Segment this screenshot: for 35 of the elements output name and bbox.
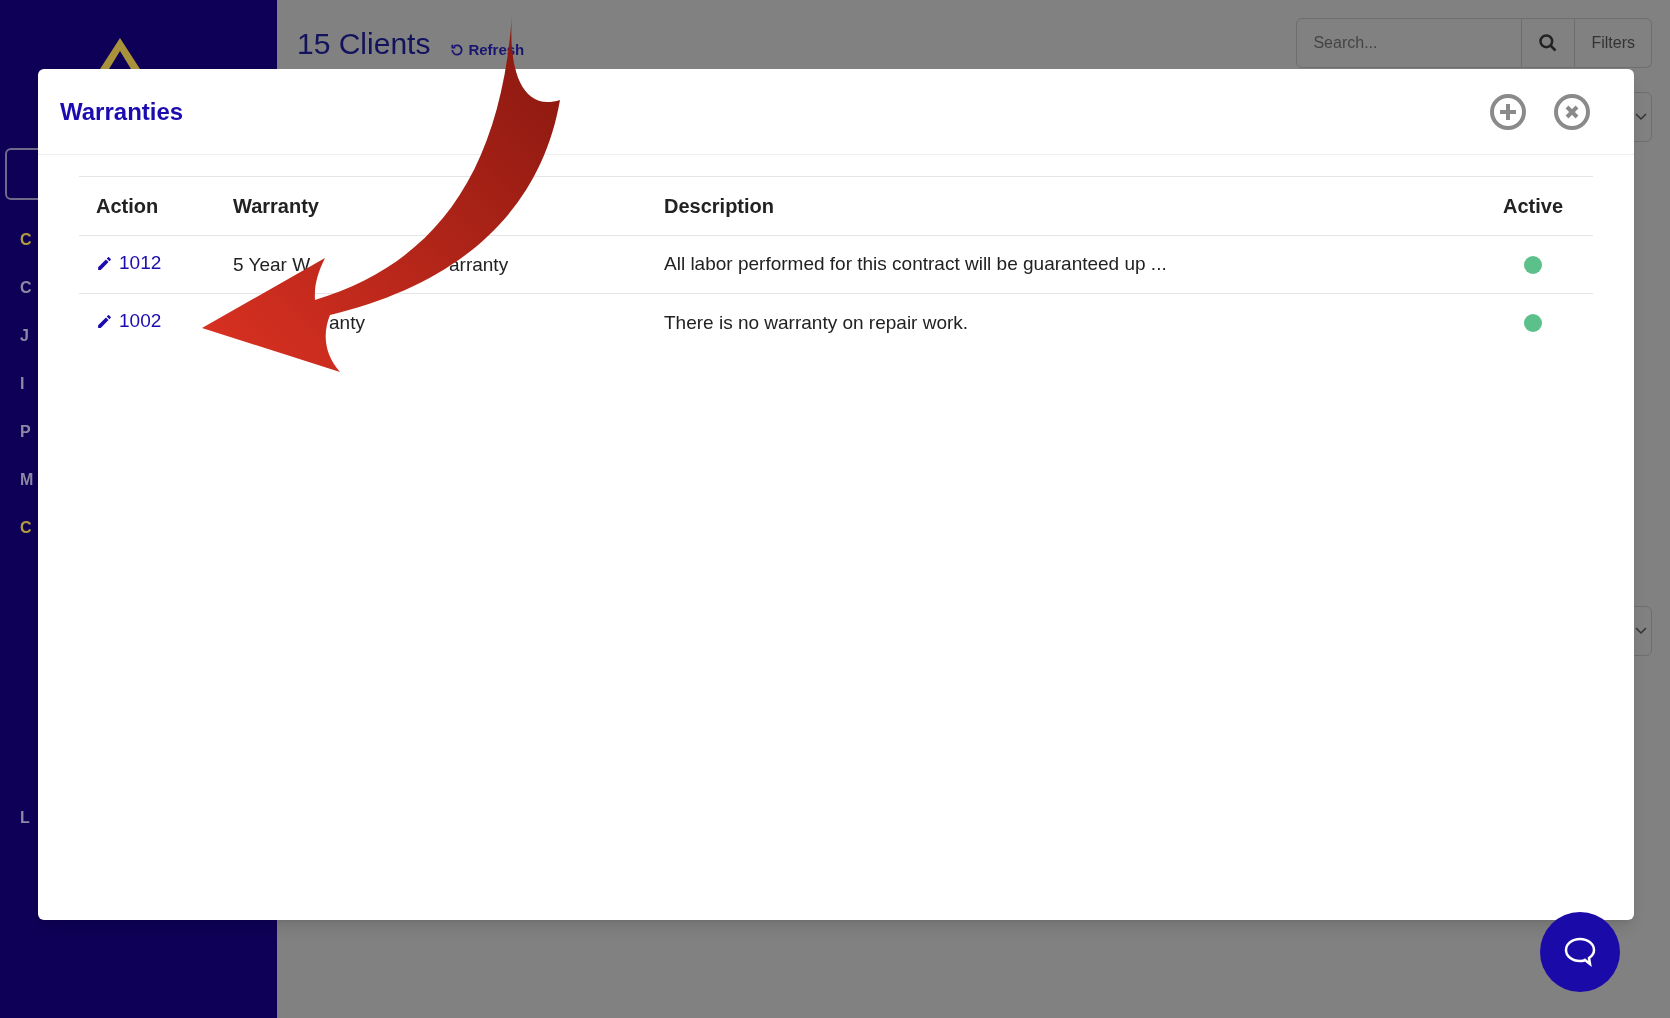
close-icon: [1565, 104, 1579, 119]
table-cell-text: anty: [329, 311, 365, 335]
refresh-icon: [450, 43, 465, 58]
dialog-title: Warranties: [60, 96, 184, 127]
search-field[interactable]: Search...: [1296, 18, 1523, 68]
sidebar-item[interactable]: J: [20, 324, 29, 348]
chevron-icon: [1635, 627, 1647, 635]
table-cell-text: 5 Year W: [233, 253, 311, 277]
sidebar-item[interactable]: P: [20, 420, 31, 444]
sidebar-item[interactable]: I: [20, 372, 25, 396]
close-button[interactable]: [1554, 93, 1590, 130]
speech-bubble-icon: [1563, 936, 1597, 968]
sidebar-item[interactable]: M: [20, 468, 34, 492]
edit-link[interactable]: 1012: [96, 248, 162, 278]
column-header: Active: [1502, 194, 1564, 219]
plus-icon: [1499, 102, 1517, 121]
column-header: Warranty: [233, 194, 320, 219]
pencil-icon: [96, 313, 113, 331]
page-title: 15 Clients: [297, 25, 431, 62]
edit-link[interactable]: 1002: [96, 307, 162, 336]
pencil-icon: [96, 254, 113, 272]
search-button[interactable]: [1522, 18, 1576, 68]
filters-button[interactable]: Filters: [1575, 18, 1652, 68]
table-cell-text: arranty: [449, 253, 509, 277]
search-icon: [1538, 33, 1559, 53]
column-header: Description: [664, 194, 776, 219]
sidebar-item[interactable]: C: [20, 276, 32, 300]
add-button[interactable]: [1490, 93, 1526, 130]
sidebar-item[interactable]: L: [20, 806, 30, 830]
table-cell-text: There is no warranty on repair work.: [664, 310, 970, 335]
sidebar-item[interactable]: C: [20, 228, 32, 252]
sidebar-item[interactable]: C: [20, 516, 32, 540]
table-cell-text: All labor performed for this contract will be guaranteed up ...: [664, 252, 1168, 277]
chevron-icon: [1635, 113, 1647, 121]
column-header: Action: [95, 194, 160, 219]
